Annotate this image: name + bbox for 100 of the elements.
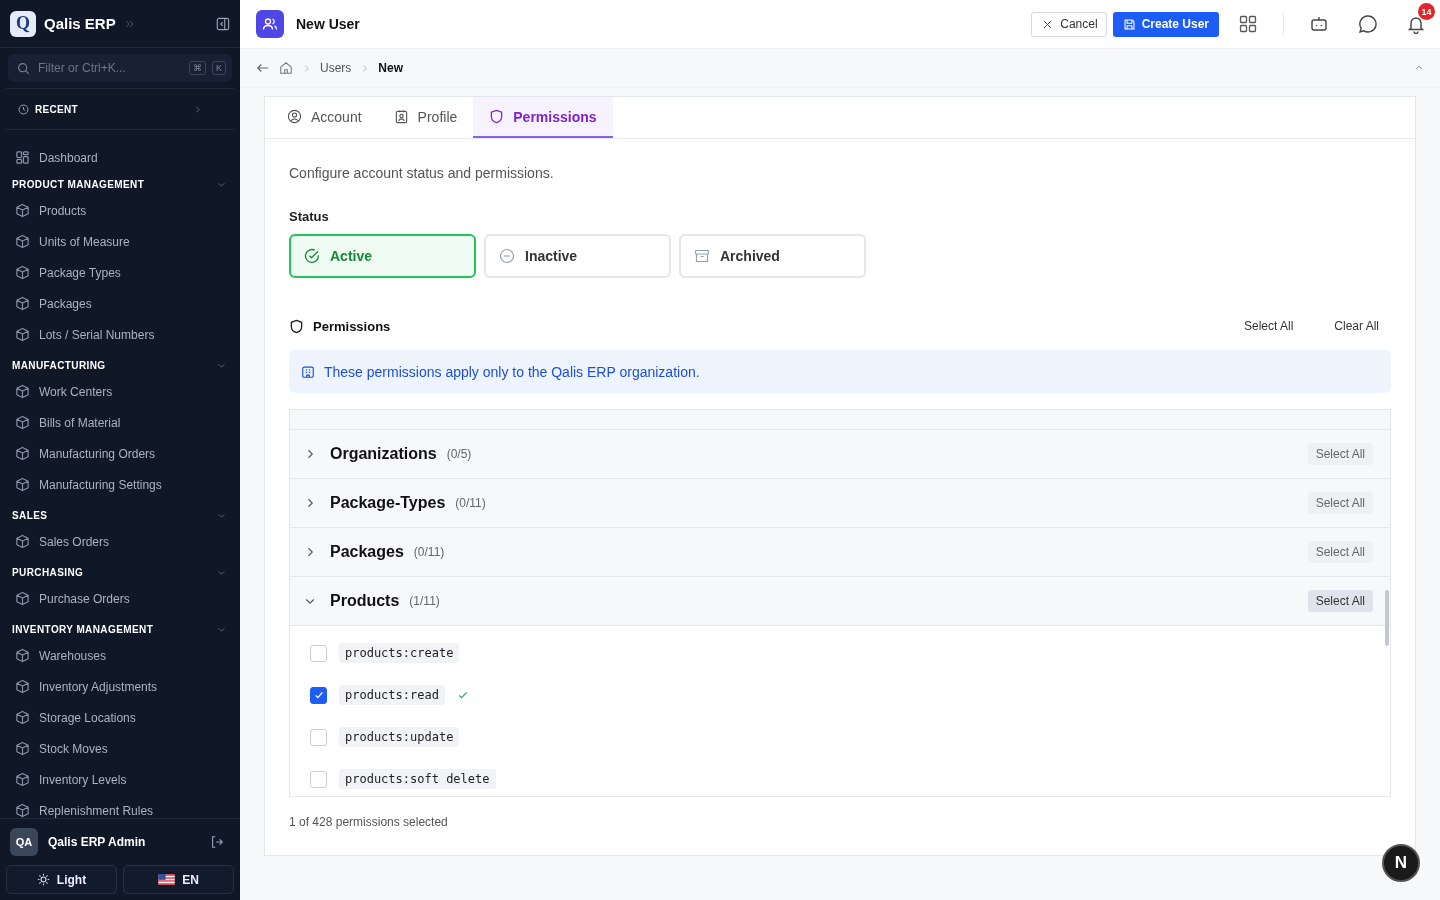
box-icon	[15, 679, 30, 694]
sidebar-item[interactable]: Purchase Orders	[0, 583, 240, 614]
box-icon	[15, 384, 30, 399]
section-heading[interactable]: MANUFACTURING	[12, 359, 106, 371]
group-count: (0/11)	[413, 545, 445, 559]
permissions-heading: Permissions	[313, 318, 391, 334]
box-icon	[15, 296, 30, 311]
sidebar-toggle-icon[interactable]	[216, 16, 230, 31]
id-badge-icon	[393, 109, 409, 124]
chat-icon[interactable]	[1358, 14, 1378, 34]
robot-icon[interactable]	[1310, 15, 1328, 33]
box-icon	[15, 477, 30, 492]
filter-field[interactable]: Filter or Ctrl+K... ⌘ K	[8, 54, 232, 82]
permission-code: products:soft delete	[339, 769, 496, 789]
checkbox[interactable]	[310, 686, 327, 704]
sidebar-item[interactable]: Inventory Levels	[0, 764, 240, 795]
status-option[interactable]: Active	[289, 234, 476, 278]
close-icon	[1042, 18, 1054, 30]
select-all-button[interactable]: Select All	[1307, 590, 1373, 612]
shield-icon	[489, 109, 505, 124]
notice-text: These permissions apply only to the Qalis ERP organization.	[324, 363, 700, 380]
home-icon[interactable]	[279, 61, 293, 75]
box-icon	[15, 710, 30, 725]
group-name[interactable]: Package-Types	[330, 494, 446, 512]
page-title: New User	[296, 16, 360, 32]
filter-input[interactable]: Filter or Ctrl+K...	[36, 60, 183, 76]
sidebar-item[interactable]: Lots / Serial Numbers	[0, 319, 240, 350]
clear-all-button[interactable]: Clear All	[1322, 319, 1391, 333]
sidebar-item[interactable]: Manufacturing Settings	[0, 469, 240, 500]
status-option[interactable]: Archived	[679, 234, 866, 278]
users-icon	[256, 10, 284, 38]
save-icon	[1122, 17, 1136, 31]
user-name: Qalis ERP Admin	[48, 835, 146, 849]
section-heading[interactable]: PURCHASING	[12, 566, 84, 578]
group-count: (0/5)	[446, 447, 472, 461]
box-icon	[15, 203, 30, 218]
tab[interactable]: Account	[271, 97, 378, 138]
sidebar-item[interactable]: Dashboard	[0, 142, 240, 173]
selection-summary: 1 of 428 permissions selected	[289, 815, 449, 829]
bell-icon[interactable]	[1406, 14, 1426, 34]
sidebar-item[interactable]: Warehouses	[0, 640, 240, 671]
app-logo: Q	[10, 10, 36, 37]
chevron-right-icon	[193, 104, 202, 114]
app-name: Qalis ERP	[44, 15, 116, 32]
select-all-button[interactable]: Select All	[1307, 541, 1373, 563]
select-all-button[interactable]: Select All	[1307, 443, 1373, 465]
status-option[interactable]: Inactive	[484, 234, 671, 278]
section-heading[interactable]: SALES	[12, 509, 48, 521]
sidebar-item[interactable]: Bills of Material	[0, 407, 240, 438]
tab[interactable]: Profile	[377, 97, 474, 138]
sidebar-item[interactable]: Package Types	[0, 257, 240, 288]
select-all-button[interactable]: Select All	[1307, 492, 1373, 514]
checkmark-icon	[312, 689, 325, 701]
minus-circle-icon	[499, 248, 515, 264]
notification-badge: 14	[1418, 3, 1435, 20]
section-heading[interactable]: PRODUCT MANAGEMENT	[12, 178, 145, 190]
sidebar-item[interactable]: Products	[0, 195, 240, 226]
logout-icon[interactable]	[210, 835, 224, 849]
language-button[interactable]: EN	[123, 865, 234, 894]
sidebar-item[interactable]: Inventory Adjustments	[0, 671, 240, 702]
clock-icon	[18, 103, 29, 115]
back-arrow-icon[interactable]	[256, 61, 270, 75]
sidebar-item[interactable]: Sales Orders	[0, 526, 240, 557]
breadcrumb-link[interactable]: Users	[320, 61, 352, 75]
apps-grid-icon[interactable]	[1239, 15, 1257, 33]
search-icon	[17, 61, 30, 75]
box-icon	[15, 591, 30, 606]
select-all-button[interactable]: Select All	[1231, 319, 1306, 333]
assistant-button[interactable]: N	[1382, 844, 1420, 882]
group-count: (0/11)	[455, 496, 486, 510]
sidebar-item[interactable]: Stock Moves	[0, 733, 240, 764]
create-user-button[interactable]: Create User	[1112, 11, 1219, 37]
section-heading[interactable]: INVENTORY MANAGEMENT	[12, 623, 154, 635]
check-icon	[456, 689, 469, 701]
sidebar-item[interactable]: Work Centers	[0, 376, 240, 407]
sidebar-item[interactable]: Packages	[0, 288, 240, 319]
building-icon	[301, 364, 315, 379]
shortcut-key: K	[212, 61, 226, 75]
recent-heading[interactable]: RECENT	[35, 103, 78, 115]
box-icon	[15, 234, 30, 249]
cancel-button[interactable]: Cancel	[1031, 11, 1107, 37]
sun-icon	[36, 873, 50, 886]
box-icon	[15, 534, 30, 549]
flag-icon	[158, 874, 176, 885]
sidebar-item[interactable]: Units of Measure	[0, 226, 240, 257]
permission-code: products:read	[339, 685, 445, 705]
chevron-up-icon[interactable]	[1414, 63, 1424, 73]
archive-icon	[694, 248, 710, 264]
permission-code: products:update	[339, 727, 460, 747]
sidebar-item[interactable]: Storage Locations	[0, 702, 240, 733]
description-text: Configure account status and permissions.	[289, 165, 555, 181]
grid-icon	[15, 150, 30, 165]
shortcut-key: ⌘	[189, 61, 206, 75]
tab[interactable]: Permissions	[473, 97, 613, 138]
theme-button[interactable]: Light	[6, 865, 117, 894]
group-name[interactable]: Organizations	[330, 445, 437, 463]
group-name[interactable]: Packages	[330, 543, 404, 561]
sidebar-item[interactable]: Replenishment Rules	[0, 795, 240, 818]
sidebar-item[interactable]: Manufacturing Orders	[0, 438, 240, 469]
group-name[interactable]: Products	[330, 592, 400, 610]
